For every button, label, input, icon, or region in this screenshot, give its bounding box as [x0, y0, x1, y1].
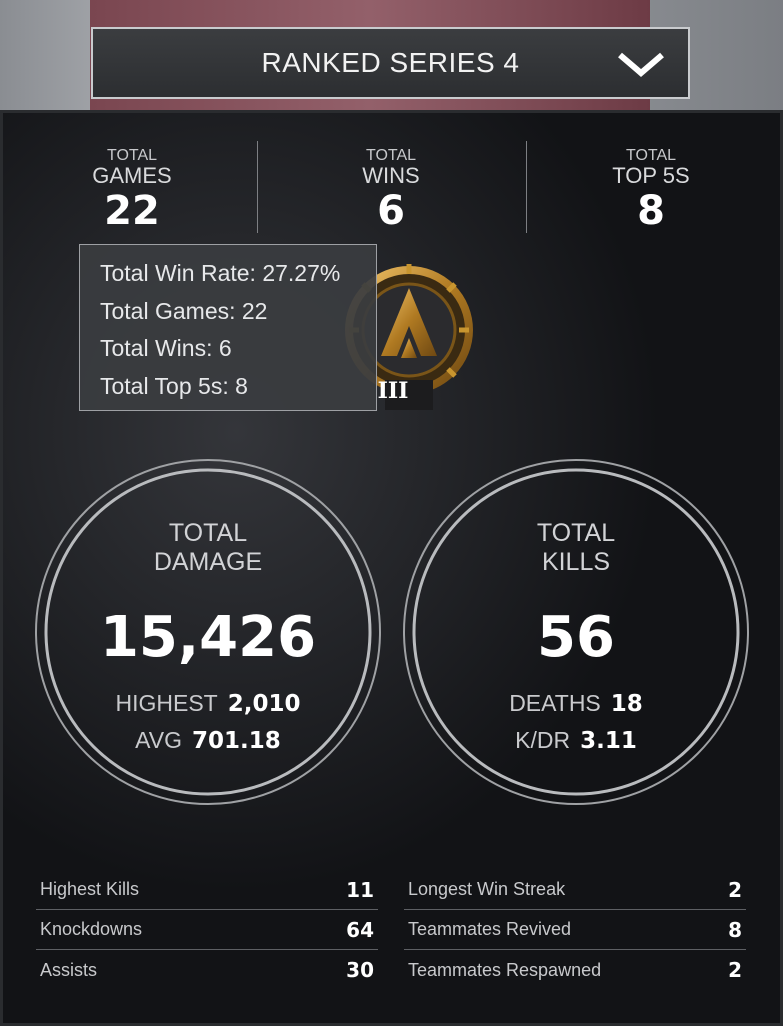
- table-row: Assists 30: [36, 950, 378, 990]
- avg-damage-row: AVG 701.18: [33, 727, 383, 754]
- row-value: 64: [346, 917, 374, 942]
- stat-caption: TOTAL: [365, 147, 417, 164]
- stats-table-right: Longest Win Streak 2 Teammates Revived 8 T…: [404, 870, 746, 990]
- tooltip-top5s: Total Top 5s: 8: [100, 372, 248, 399]
- table-row: Knockdowns 64: [36, 910, 378, 950]
- stat-title: TOP 5S: [612, 163, 690, 188]
- kills-label: TOTAL KILLS: [401, 519, 751, 577]
- highest-damage-row: HIGHEST 2,010: [33, 690, 383, 717]
- tooltip-wins: Total Wins: 6: [100, 335, 232, 361]
- total-wins-stat: TOTAL WINS 6: [316, 147, 466, 235]
- table-row: Longest Win Streak 2: [404, 870, 746, 910]
- row-label: Longest Win Streak: [408, 879, 566, 899]
- damage-value: 15,426: [99, 605, 317, 670]
- divider: [257, 141, 258, 233]
- kills-label-line1: TOTAL: [536, 519, 616, 547]
- stats-table-left: Highest Kills 11 Knockdowns 64 Assists 30: [36, 870, 378, 990]
- total-kills-circle: TOTAL KILLS 56 DEATHS 18 K/DR 3.11: [401, 457, 751, 807]
- row-key: AVG: [135, 727, 183, 753]
- row-label: Teammates Revived: [408, 919, 572, 939]
- row-value: 2: [728, 958, 742, 982]
- kills-label-line2: KILLS: [541, 548, 611, 576]
- win-rate-tooltip: Total Win Rate: 27.27% Total Games: 22 T…: [79, 244, 377, 411]
- stat-value: 6: [377, 188, 405, 234]
- total-games-stat: TOTAL GAMES 22: [57, 147, 207, 235]
- total-damage-circle: TOTAL DAMAGE 15,426 HIGHEST 2,010 AVG 701.…: [33, 457, 383, 807]
- row-value: 3.11: [580, 728, 637, 754]
- stat-caption: TOTAL: [625, 147, 677, 164]
- season-dropdown[interactable]: RANKED SERIES 4: [91, 27, 690, 99]
- stat-title: GAMES: [92, 163, 172, 188]
- damage-label: TOTAL DAMAGE: [33, 519, 383, 577]
- row-key: DEATHS: [509, 690, 601, 716]
- stat-value: 8: [637, 188, 665, 234]
- row-value: 8: [728, 917, 742, 942]
- damage-label-line2: DAMAGE: [153, 548, 263, 576]
- row-label: Knockdowns: [40, 919, 143, 939]
- stat-caption: TOTAL: [106, 147, 158, 164]
- table-row: Teammates Revived 8: [404, 910, 746, 950]
- table-row: Highest Kills 11: [36, 870, 378, 910]
- row-value: 2: [728, 877, 742, 902]
- total-top5s-stat: TOTAL TOP 5S 8: [576, 147, 726, 235]
- damage-label-line1: TOTAL: [168, 519, 248, 547]
- tooltip-games: Total Games: 22: [100, 297, 268, 324]
- season-label: RANKED SERIES 4: [261, 47, 520, 78]
- row-label: Teammates Respawned: [408, 959, 602, 980]
- row-value: 11: [346, 877, 374, 902]
- stat-title: WINS: [362, 163, 420, 188]
- stat-value: 22: [104, 188, 160, 234]
- table-row: Teammates Respawned 2: [404, 950, 746, 990]
- row-label: Assists: [40, 959, 98, 980]
- row-label: Highest Kills: [40, 879, 140, 899]
- chevron-down-icon: [618, 52, 664, 77]
- row-value: 30: [346, 958, 374, 982]
- tooltip-win-rate: Total Win Rate: 27.27%: [100, 260, 341, 286]
- kdr-row: K/DR 3.11: [401, 727, 751, 754]
- row-key: K/DR: [515, 727, 571, 753]
- kills-value: 56: [537, 605, 615, 670]
- divider: [526, 141, 527, 233]
- row-value: 18: [610, 691, 643, 717]
- row-value: 701.18: [192, 728, 281, 754]
- row-key: HIGHEST: [115, 690, 218, 716]
- row-value: 2,010: [227, 691, 301, 717]
- deaths-row: DEATHS 18: [401, 690, 751, 717]
